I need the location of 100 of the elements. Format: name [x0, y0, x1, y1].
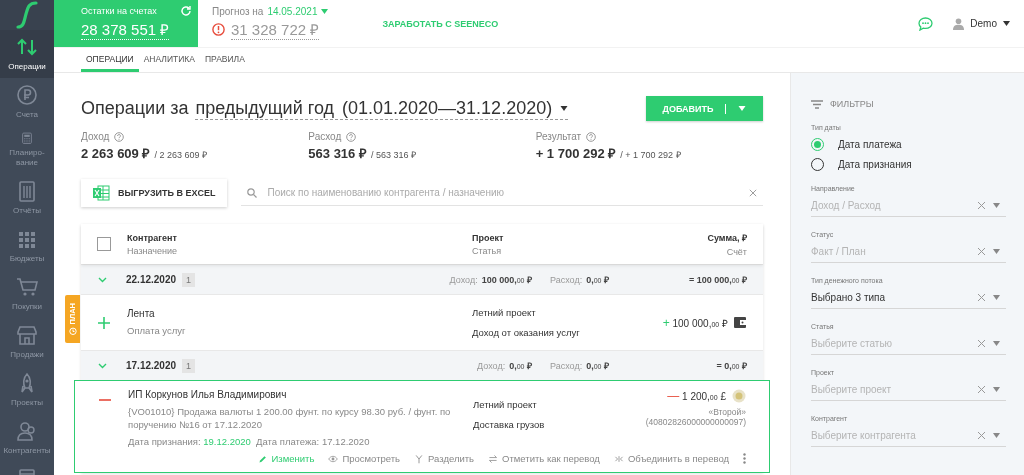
column-header[interactable]: Контрагент [127, 232, 472, 243]
period-dropdown[interactable]: предыдущий год (01.01.2020—31.12.2020) [195, 97, 569, 120]
help-icon[interactable] [586, 131, 597, 142]
summary-value: 563 316 ₽ [308, 145, 367, 162]
summary-total: / 563 316 ₽ [370, 149, 416, 161]
counterparty-text: ИП Коркунов Илья Владимирович [128, 389, 288, 400]
chevron-icon[interactable] [98, 276, 107, 283]
caret-icon[interactable] [993, 340, 1000, 346]
count-badge: 1 [182, 358, 196, 373]
select-all-checkbox[interactable] [97, 237, 111, 251]
filter-select[interactable]: Доход / Расход [811, 194, 1006, 217]
clear-icon[interactable] [978, 385, 985, 393]
date-type-radio[interactable]: Дата платежа [811, 138, 902, 151]
row-action-link[interactable]: Отметить как перевод [488, 453, 600, 464]
row-action-link[interactable]: Объединить в перевод [613, 453, 729, 464]
refresh-icon[interactable] [180, 5, 192, 17]
balance-label: Остатки на счетах [81, 6, 158, 16]
filter-select[interactable]: Выберите контрагента [811, 424, 1006, 447]
summary-label: Расход [308, 131, 342, 142]
group-date: 17.12.2020 [126, 360, 177, 371]
operation-row[interactable] [74, 380, 770, 473]
ruble-icon [16, 84, 38, 106]
caret-icon[interactable] [993, 294, 1000, 300]
page-title: Операции за [81, 98, 189, 119]
counterparty-text: Лента [127, 308, 156, 319]
cart-icon [16, 276, 38, 298]
merge-icon [613, 453, 624, 464]
clear-icon[interactable] [978, 247, 985, 255]
help-icon[interactable] [114, 131, 125, 142]
caret-icon[interactable] [993, 202, 1000, 208]
summary-label: Результат [535, 131, 582, 142]
export-button[interactable]: ВЫГРУЗИТЬ В EXCEL [81, 179, 228, 207]
sidebar-item[interactable]: Операции [0, 30, 54, 78]
summary-value: + 1 700 292 ₽ [535, 145, 617, 162]
row-action-link[interactable]: Изменить [257, 453, 315, 464]
sidebar-item[interactable]: Покупки [0, 270, 54, 318]
purpose-text: Оплата услуг [127, 324, 187, 337]
forecast-amount: 31 328 722 ₽ [231, 19, 320, 40]
income-label: Доход: [449, 275, 478, 285]
row-action-link[interactable]: Просмотреть [328, 453, 401, 464]
expense-label: Расход: [550, 361, 583, 371]
sidebar-item[interactable]: Бюджеты [0, 222, 54, 270]
column-header[interactable]: Сумма, ₽ [707, 231, 747, 244]
chevron-icon[interactable] [98, 362, 107, 369]
caret-icon[interactable] [993, 432, 1000, 438]
project-text: Летний проект [472, 307, 537, 318]
user-menu[interactable]: Demo [953, 17, 1010, 30]
summary-total: / 2 263 609 ₽ [154, 149, 207, 161]
sidebar-item[interactable]: Контрагенты [0, 414, 54, 462]
shop-icon [16, 324, 38, 346]
filter-select[interactable]: Выберите проект [811, 378, 1006, 401]
plus-icon [98, 316, 110, 329]
column-header[interactable]: Проект [472, 232, 627, 243]
sidebar-item[interactable]: Отчёты [0, 174, 54, 222]
nav-tab[interactable]: ПРАВИЛА [199, 48, 250, 72]
help-icon[interactable] [346, 131, 357, 142]
clear-icon[interactable] [978, 201, 985, 209]
column-subheader: Статья [472, 245, 502, 256]
close-icon[interactable] [749, 188, 757, 197]
split-icon [414, 453, 425, 464]
arrows-icon [16, 36, 38, 58]
filter-select[interactable]: Выбрано 3 типа [811, 286, 1006, 309]
forecast-date[interactable]: 14.05.2021 [267, 6, 318, 17]
nav-tab[interactable]: ОПЕРАЦИИ [81, 48, 139, 72]
filter-select[interactable]: Факт / План [811, 240, 1006, 263]
more-icon[interactable] [743, 453, 746, 464]
balance-amount: 28 378 551 ₽ [81, 19, 170, 40]
promo-link[interactable]: ЗАРАБОТАТЬ С SEENECO [382, 18, 499, 29]
sidebar-item[interactable]: Продажи [0, 318, 54, 366]
project-text: Летний проект [473, 399, 538, 410]
caret-icon [738, 106, 747, 111]
caret-icon[interactable] [321, 9, 329, 14]
logo-icon[interactable] [14, 0, 40, 30]
clear-icon[interactable] [978, 293, 985, 301]
spreadsheet-icon [93, 185, 110, 201]
sidebar-item[interactable]: Проекты [0, 366, 54, 414]
summary-label: Доход [81, 131, 110, 142]
caret-icon[interactable] [993, 386, 1000, 392]
group-date: 22.12.2020 [126, 274, 177, 285]
clear-icon[interactable] [978, 431, 985, 439]
swap-icon [488, 453, 499, 464]
account-text: «Второй» (40802826000000000097) [645, 407, 746, 427]
article-text: Доход от оказания услуг [472, 327, 581, 338]
pencil-icon [257, 453, 268, 464]
row-action-link[interactable]: Разделить [414, 453, 475, 464]
sidebar-item[interactable]: Планиро-вание [0, 126, 54, 174]
nav-tab[interactable]: АНАЛИТИКА [138, 48, 200, 72]
caret-icon [560, 105, 569, 111]
document-icon [16, 180, 38, 202]
clear-icon[interactable] [978, 339, 985, 347]
balance-panel[interactable]: Остатки на счетах 28 378 551 ₽ [54, 0, 198, 47]
add-button[interactable]: ДОБАВИТЬ [646, 96, 763, 121]
search-field[interactable]: Поиск по наименованию контрагента / назначению [265, 186, 741, 199]
caret-icon [1003, 21, 1010, 26]
chat-icon[interactable] [918, 16, 934, 31]
caret-icon[interactable] [993, 248, 1000, 254]
sidebar-item[interactable]: Счета [0, 78, 54, 126]
date-type-radio[interactable]: Дата признания [811, 158, 912, 171]
filter-select[interactable]: Выберите статью [811, 332, 1006, 355]
filters-title: ФИЛЬТРЫ [830, 99, 874, 109]
